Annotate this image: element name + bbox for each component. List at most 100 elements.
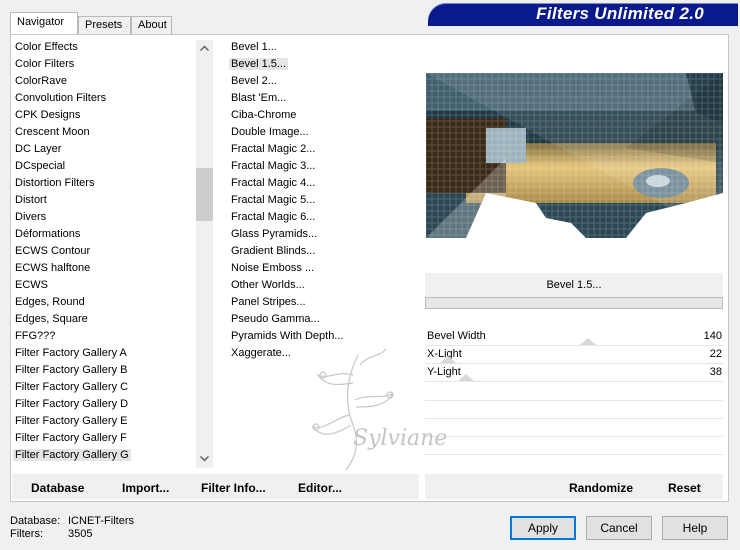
filter-item-label: Glass Pyramids...	[231, 228, 318, 240]
category-item[interactable]: ECWS	[12, 277, 196, 294]
chevron-up-icon[interactable]	[196, 40, 213, 57]
category-item-label: CPK Designs	[15, 109, 81, 121]
param-row-empty	[425, 400, 723, 401]
filter-item-label: Ciba-Chrome	[231, 109, 297, 121]
slider-marker[interactable]	[440, 356, 456, 363]
category-item[interactable]: Filter Factory Gallery H	[12, 464, 196, 467]
category-item-label: Crescent Moon	[15, 126, 90, 138]
filter-item-label: Pyramids With Depth...	[231, 330, 344, 342]
category-item[interactable]: Filter Factory Gallery E	[12, 413, 196, 430]
filter-item[interactable]: Fractal Magic 5...	[228, 192, 413, 209]
category-list[interactable]: Color Effects Color Filters ColorRave Convo…	[12, 39, 196, 467]
slider-marker[interactable]	[580, 338, 596, 345]
param-row-empty	[425, 454, 723, 455]
slider-marker[interactable]	[458, 374, 474, 381]
filter-item-label: Other Worlds...	[231, 279, 305, 291]
category-item[interactable]: Filter Factory Gallery F	[12, 430, 196, 447]
category-item-label: Color Effects	[15, 41, 78, 53]
param-x-light[interactable]: X-Light 22	[425, 346, 723, 364]
category-item[interactable]: FFG???	[12, 328, 196, 345]
category-item[interactable]: Filter Factory Gallery B	[12, 362, 196, 379]
title-banner: Filters Unlimited 2.0	[428, 3, 738, 26]
progress-bar	[425, 297, 723, 309]
category-item[interactable]: Filter Factory Gallery D	[12, 396, 196, 413]
filter-item[interactable]: Bevel 1.5...	[228, 56, 413, 73]
filter-item[interactable]: Fractal Magic 3...	[228, 158, 413, 175]
filter-info-button[interactable]: Filter Info...	[201, 481, 266, 495]
randomize-button[interactable]: Randomize	[569, 481, 633, 495]
param-row-empty	[425, 436, 723, 437]
category-item[interactable]: Filter Factory Gallery C	[12, 379, 196, 396]
filter-item-label: Bevel 1.5...	[229, 58, 289, 70]
editor-button[interactable]: Editor...	[298, 481, 342, 495]
category-item[interactable]: Convolution Filters	[12, 90, 196, 107]
status-filters-value: 3505	[68, 528, 93, 540]
filter-item-label: Gradient Blinds...	[231, 245, 316, 257]
filter-item[interactable]: Bevel 2...	[228, 73, 413, 90]
param-value: 22	[709, 348, 722, 360]
cancel-button[interactable]: Cancel	[586, 516, 652, 540]
banner-title: Filters Unlimited 2.0	[536, 4, 704, 23]
category-item[interactable]: DCspecial	[12, 158, 196, 175]
status-database-label: Database:	[10, 515, 61, 527]
filter-item[interactable]: Bevel 1...	[228, 39, 413, 56]
reset-button[interactable]: Reset	[668, 481, 701, 495]
category-item-label: Edges, Round	[15, 296, 85, 308]
tab-navigator[interactable]: Navigator	[10, 12, 78, 34]
category-scrollbar[interactable]	[196, 40, 213, 468]
category-item[interactable]: ECWS halftone	[12, 260, 196, 277]
filter-item[interactable]: Glass Pyramids...	[228, 226, 413, 243]
filter-item[interactable]: Fractal Magic 6...	[228, 209, 413, 226]
database-button[interactable]: Database	[31, 481, 84, 495]
filter-list[interactable]: Bevel 1... Bevel 1.5... Bevel 2... Blast 'E…	[228, 39, 413, 459]
filter-item[interactable]: Panel Stripes...	[228, 294, 413, 311]
apply-button[interactable]: Apply	[510, 516, 576, 540]
category-item[interactable]: DC Layer	[12, 141, 196, 158]
filter-item[interactable]: Xaggerate...	[228, 345, 413, 362]
tab-label: Presets	[85, 19, 123, 31]
chevron-down-icon[interactable]	[196, 451, 213, 468]
help-button[interactable]: Help	[662, 516, 728, 540]
category-item-label: Color Filters	[15, 58, 75, 70]
filter-item[interactable]: Blast 'Em...	[228, 90, 413, 107]
filter-item[interactable]: Double Image...	[228, 124, 413, 141]
category-item[interactable]: Filter Factory Gallery A	[12, 345, 196, 362]
filter-item[interactable]: Other Worlds...	[228, 277, 413, 294]
tab-about[interactable]: About	[131, 16, 172, 34]
filter-item-label: Fractal Magic 3...	[231, 160, 316, 172]
filter-item[interactable]: Pseudo Gamma...	[228, 311, 413, 328]
category-item[interactable]: Color Filters	[12, 56, 196, 73]
filter-item[interactable]: Ciba-Chrome	[228, 107, 413, 124]
category-item-label: Distortion Filters	[15, 177, 95, 189]
category-item[interactable]: ColorRave	[12, 73, 196, 90]
filter-item-label: Fractal Magic 4...	[231, 177, 316, 189]
category-item[interactable]: CPK Designs	[12, 107, 196, 124]
import-button[interactable]: Import...	[122, 481, 169, 495]
category-item-label: Déformations	[15, 228, 81, 240]
category-item[interactable]: Color Effects	[12, 39, 196, 56]
category-item[interactable]: Edges, Square	[12, 311, 196, 328]
filter-item[interactable]: Fractal Magic 2...	[228, 141, 413, 158]
bottom-right-toolbar: Randomize Reset	[425, 474, 723, 499]
category-item[interactable]: Filter Factory Gallery G	[12, 447, 196, 464]
category-item[interactable]: ECWS Contour	[12, 243, 196, 260]
category-item[interactable]: Crescent Moon	[12, 124, 196, 141]
category-item-label: ECWS halftone	[15, 262, 91, 274]
param-y-light[interactable]: Y-Light 38	[425, 364, 723, 382]
category-item[interactable]: Distort	[12, 192, 196, 209]
category-item[interactable]: Distortion Filters	[12, 175, 196, 192]
filter-item[interactable]: Fractal Magic 4...	[228, 175, 413, 192]
filter-item[interactable]: Gradient Blinds...	[228, 243, 413, 260]
category-item-label: Filter Factory Gallery C	[15, 381, 129, 393]
category-item-label: Filter Factory Gallery H	[13, 466, 130, 467]
category-item[interactable]: Divers	[12, 209, 196, 226]
tab-presets[interactable]: Presets	[78, 16, 131, 34]
param-bevel-width[interactable]: Bevel Width 140	[425, 328, 723, 346]
category-item[interactable]: Déformations	[12, 226, 196, 243]
scrollbar-thumb[interactable]	[196, 168, 213, 221]
filter-item-label: Fractal Magic 2...	[231, 143, 316, 155]
filter-item[interactable]: Pyramids With Depth...	[228, 328, 413, 345]
category-item[interactable]: Edges, Round	[12, 294, 196, 311]
filter-item[interactable]: Noise Emboss ...	[228, 260, 413, 277]
param-name: Bevel Width	[427, 330, 486, 342]
